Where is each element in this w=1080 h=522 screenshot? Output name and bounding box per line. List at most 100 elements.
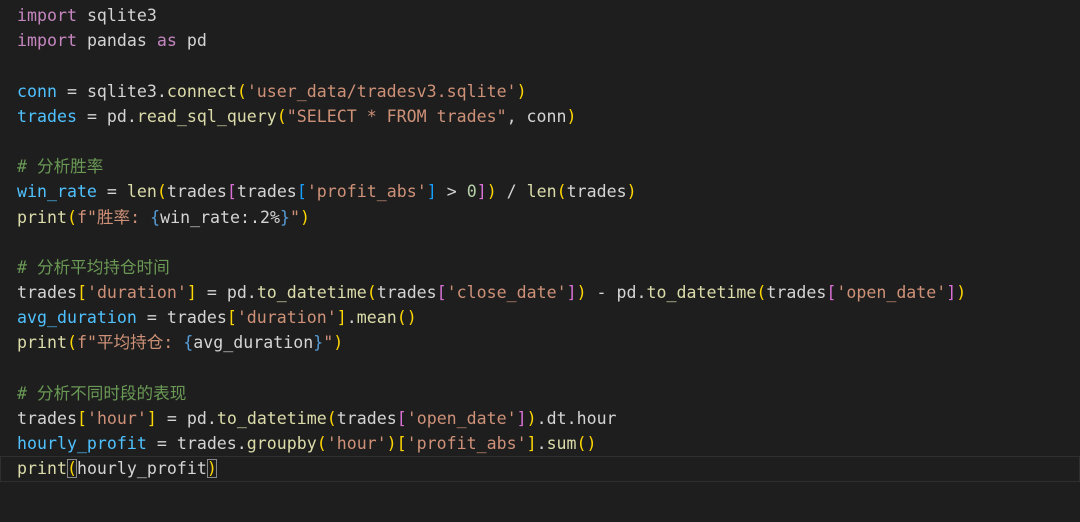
- bracket-token: ]: [476, 182, 487, 202]
- function-token: connect: [166, 81, 237, 101]
- code-line[interactable]: print(f"平均持仓: {avg_duration}"): [17, 330, 1080, 355]
- code-line[interactable]: # 分析不同时段的表现: [17, 381, 1080, 406]
- code-token: hourly_profit: [76, 459, 207, 479]
- bracket-token: [: [76, 283, 87, 303]
- bracket-token: (: [66, 333, 77, 353]
- string-token: 'user_data/tradesv3.sqlite': [246, 81, 517, 101]
- code-token: win_rate:.2%: [160, 207, 280, 227]
- code-line[interactable]: # 分析平均持仓时间: [17, 255, 1080, 280]
- bracket-token: (: [316, 434, 327, 454]
- string-token: 'hour': [326, 434, 387, 454]
- function-token: groupby: [246, 434, 317, 454]
- string-token: 'duration': [236, 308, 337, 328]
- code-token: trades: [566, 182, 627, 202]
- bracket-token: [: [296, 182, 307, 202]
- variable-token: avg_duration: [17, 308, 137, 328]
- string-token: 'open_date': [836, 283, 947, 303]
- code-token: trades: [766, 283, 827, 303]
- code-token: .: [346, 308, 357, 328]
- bracket-token: [: [436, 283, 447, 303]
- variable-token: hourly_profit: [17, 434, 147, 454]
- code-line[interactable]: hourly_profit = trades.groupby('hour')['…: [17, 431, 1080, 456]
- variable-token: win_rate: [17, 182, 97, 202]
- bracket-token: ]: [526, 434, 537, 454]
- bracket-token: (: [756, 283, 767, 303]
- code-editor[interactable]: import sqlite3 import pandas as pd conn =…: [0, 0, 1080, 522]
- bracket-token: [: [826, 283, 837, 303]
- bracket-token: ): [586, 434, 597, 454]
- code-token: pd: [176, 31, 207, 51]
- function-token: to_datetime: [646, 283, 757, 303]
- code-line[interactable]: trades = pd.read_sql_query("SELECT * FRO…: [17, 104, 1080, 129]
- code-line[interactable]: print(f"胜率: {win_rate:.2%}"): [17, 205, 1080, 230]
- code-line[interactable]: avg_duration = trades['duration'].mean(): [17, 305, 1080, 330]
- code-line[interactable]: [17, 230, 1080, 255]
- bracket-token: (: [556, 182, 567, 202]
- code-token: - pd.: [586, 283, 647, 303]
- string-token: ": [323, 333, 334, 353]
- code-token: = pd.: [196, 283, 257, 303]
- code-token: = trades: [136, 308, 227, 328]
- string-token: 'profit_abs': [406, 434, 527, 454]
- string-token: f"胜率:: [76, 207, 151, 227]
- code-line[interactable]: trades['duration'] = pd.to_datetime(trad…: [17, 280, 1080, 305]
- code-line[interactable]: win_rate = len(trades[trades['profit_abs…: [17, 179, 1080, 204]
- comment-token: # 分析平均持仓时间: [17, 257, 170, 277]
- keyword-token: import: [17, 6, 77, 25]
- bracket-token: (: [236, 81, 247, 101]
- bracket-token: ): [300, 207, 310, 227]
- bracket-token: ]: [426, 182, 437, 202]
- bracket-token: ): [486, 182, 497, 202]
- code-line[interactable]: print(hourly_profit): [0, 456, 1080, 482]
- function-token: sum: [546, 434, 577, 454]
- bracket-token: (: [366, 283, 377, 303]
- bracket-token: ): [576, 283, 587, 303]
- variable-token: conn: [17, 81, 57, 101]
- bracket-token: ]: [336, 308, 347, 328]
- string-token: 'profit_abs': [306, 182, 427, 202]
- format-brace-token: }: [280, 207, 290, 227]
- code-line[interactable]: [17, 356, 1080, 381]
- code-token: pandas: [76, 31, 157, 51]
- code-line[interactable]: import sqlite3: [17, 3, 1080, 28]
- code-line[interactable]: conn = sqlite3.connect('user_data/trades…: [17, 79, 1080, 104]
- function-token: print: [17, 459, 67, 479]
- bracket-token: (: [156, 182, 167, 202]
- code-token: >: [436, 182, 467, 202]
- bracket-token: ): [566, 106, 577, 126]
- code-token: sqlite3: [76, 6, 157, 25]
- code-line[interactable]: # 分析胜率: [17, 154, 1080, 179]
- bracket-token: (: [326, 409, 337, 428]
- code-token: = pd.: [76, 106, 137, 126]
- function-token: to_datetime: [216, 409, 327, 428]
- code-line[interactable]: import pandas as pd: [17, 28, 1080, 53]
- bracket-token: ]: [146, 409, 157, 428]
- string-token: "SELECT * FROM trades": [286, 106, 507, 126]
- string-token: 'hour': [86, 409, 147, 428]
- bracket-token: ]: [946, 283, 957, 303]
- function-token: mean: [356, 308, 397, 328]
- bracket-token: [: [396, 434, 407, 454]
- number-token: 0: [466, 182, 477, 202]
- code-token: trades: [17, 409, 77, 428]
- code-line[interactable]: [17, 53, 1080, 78]
- function-token: print: [17, 333, 67, 353]
- code-token: trades: [166, 182, 227, 202]
- code-token: = pd.: [156, 409, 217, 428]
- bracket-token: [: [226, 308, 237, 328]
- format-brace-token: {: [183, 333, 194, 353]
- bracket-token: (: [66, 207, 77, 227]
- code-token: trades: [236, 182, 297, 202]
- variable-token: trades: [17, 106, 77, 126]
- code-line[interactable]: [17, 129, 1080, 154]
- function-token: print: [17, 207, 67, 227]
- code-line[interactable]: trades['hour'] = pd.to_datetime(trades['…: [17, 406, 1080, 431]
- code-token: avg_duration: [193, 333, 314, 353]
- format-brace-token: {: [150, 207, 161, 227]
- matched-bracket-token: ): [206, 459, 217, 479]
- string-token: 'close_date': [446, 283, 567, 303]
- comment-token: # 分析胜率: [17, 157, 104, 177]
- bracket-token: ): [626, 182, 637, 202]
- code-token: = sqlite3.: [56, 81, 167, 101]
- code-lines[interactable]: import sqlite3 import pandas as pd conn =…: [0, 3, 1080, 482]
